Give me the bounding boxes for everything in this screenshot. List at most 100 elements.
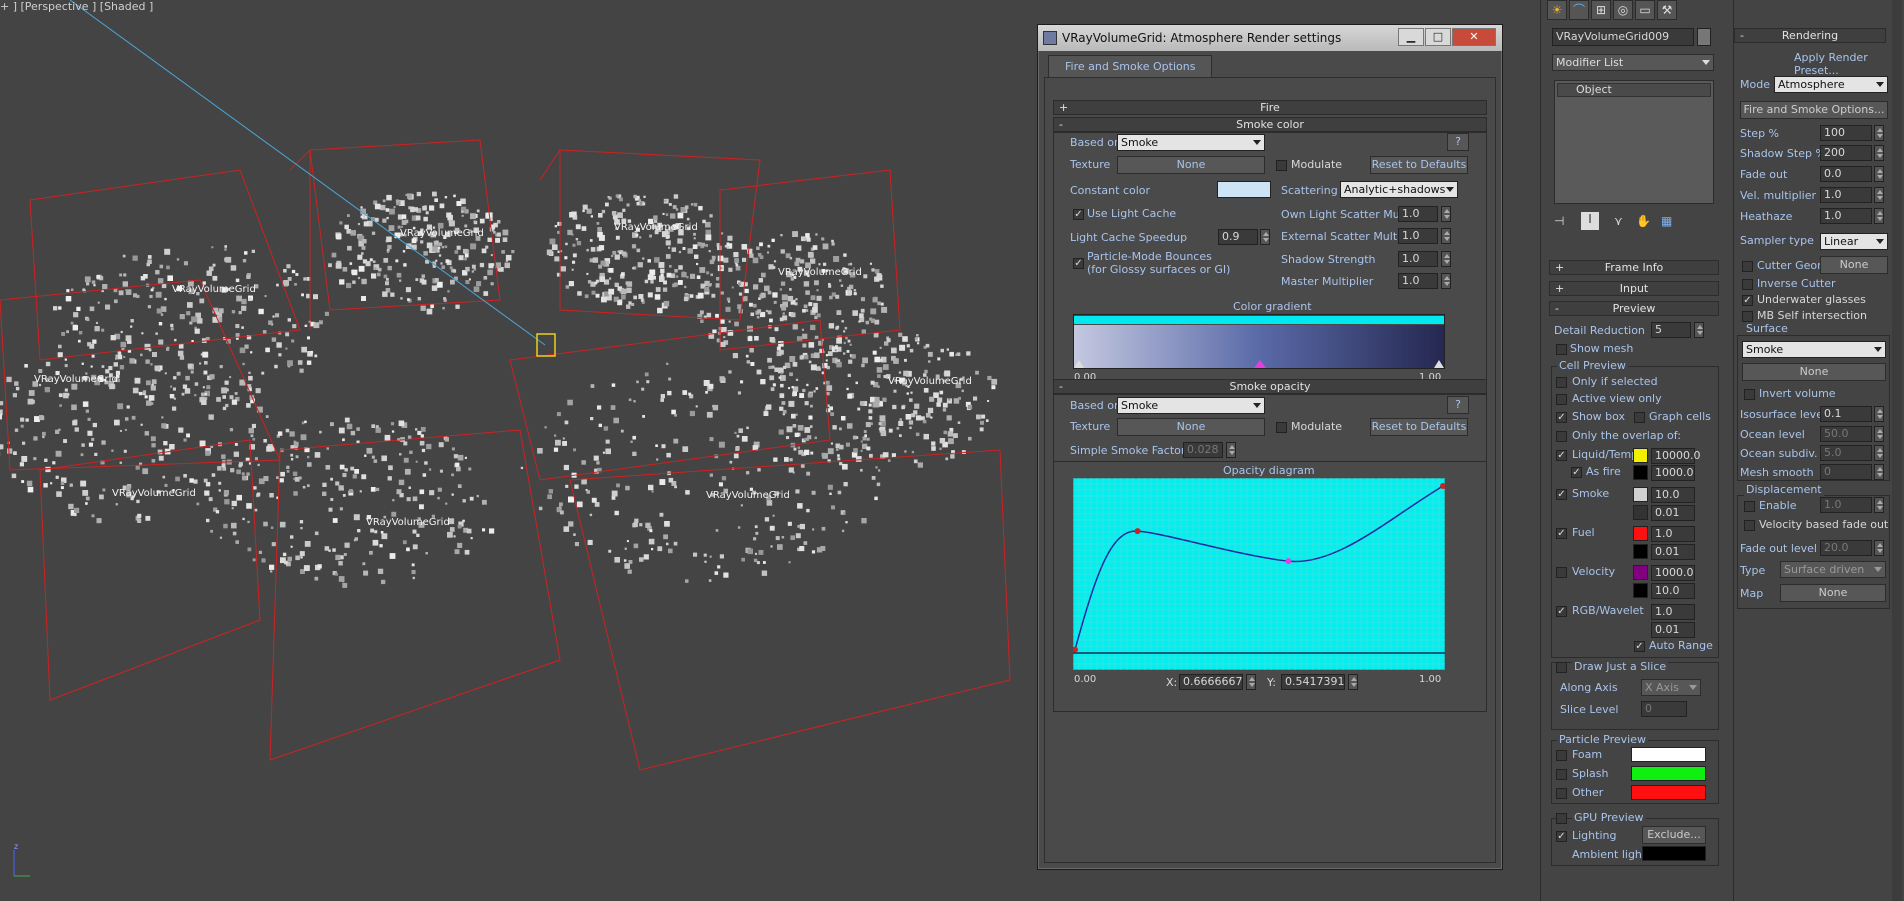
spinner-arrows[interactable] [1441,228,1451,244]
foam-checkbox[interactable] [1556,750,1567,761]
own-light-scatter-spinner[interactable]: 1.0 [1398,206,1438,222]
use-light-cache-checkbox[interactable]: ✓ [1073,209,1084,220]
show-box-checkbox[interactable]: ✓ [1556,412,1567,423]
fuel-low-swatch[interactable] [1633,544,1648,559]
gpu-preview-checkbox[interactable] [1556,813,1567,824]
object-color-swatch[interactable] [1697,28,1711,46]
point-x-spinner[interactable]: 0.6666667 [1179,674,1243,690]
heathaze-spinner[interactable]: 1.0 [1820,208,1872,224]
rgb-wavelet-checkbox[interactable]: ✓ [1556,606,1567,617]
mode-select[interactable]: Atmosphere [1774,76,1888,93]
slice-level-spinner[interactable]: 0 [1641,701,1687,717]
rollout-smoke-opacity[interactable]: - Smoke opacity [1053,379,1487,394]
bar-icon[interactable]: I [1581,212,1599,230]
velocity-channel-checkbox[interactable] [1556,567,1567,578]
fuel-channel-checkbox[interactable]: ✓ [1556,528,1567,539]
modifier-list-select[interactable]: Modifier List [1552,54,1714,71]
velocity-color-swatch[interactable] [1633,565,1648,580]
rollout-fire[interactable]: + Fire [1053,100,1487,115]
cutter-geom-checkbox[interactable] [1742,261,1753,272]
vel-multiplier-spinner[interactable]: 1.0 [1820,187,1872,203]
spinner-arrows[interactable] [1874,464,1884,480]
tab-fire-and-smoke-options[interactable]: Fire and Smoke Options [1048,55,1213,77]
hammer-icon[interactable]: ⚒ [1657,0,1677,20]
liquid-temp-low-swatch[interactable] [1633,465,1648,480]
help-button[interactable]: ? [1447,396,1469,414]
external-scatter-spinner[interactable]: 1.0 [1398,228,1438,244]
object-name-field[interactable]: VRayVolumeGrid009 [1552,28,1694,46]
spinner-arrows[interactable] [1874,208,1884,224]
other-checkbox[interactable] [1556,788,1567,799]
smoke-channel-checkbox[interactable]: ✓ [1556,489,1567,500]
spinner-arrows[interactable] [1874,145,1884,161]
liquid-temp-min-spinner[interactable]: 1000.0 [1651,465,1695,481]
modulate-checkbox[interactable] [1276,422,1287,433]
pin-icon[interactable]: ⊣ [1554,214,1564,228]
color-gradient-editor[interactable] [1073,314,1445,369]
liquid-temp-color-swatch[interactable] [1633,448,1648,463]
smoke-max-spinner[interactable]: 10.0 [1651,487,1695,503]
spinner-arrows[interactable] [1246,674,1256,690]
light-cache-speedup-spinner[interactable]: 0.9 [1218,229,1258,245]
spinner-arrows[interactable] [1874,540,1884,556]
smoke-opacity-based-on-select[interactable]: Smoke [1117,397,1265,414]
invert-volume-checkbox[interactable] [1744,389,1755,400]
reset-to-defaults-button[interactable]: Reset to Defaults [1370,156,1468,174]
shadow-step-spinner[interactable]: 200 [1820,145,1872,161]
splash-checkbox[interactable] [1556,769,1567,780]
smoke-color-swatch[interactable] [1633,487,1648,502]
fade-out-level-spinner[interactable]: 20.0 [1820,540,1872,556]
step-spinner[interactable]: 100 [1820,125,1872,141]
spinner-arrows[interactable] [1694,322,1704,338]
liquid-temp-max-spinner[interactable]: 10000.0 [1651,448,1701,464]
inverse-cutter-checkbox[interactable] [1742,279,1753,290]
master-multiplier-spinner[interactable]: 1.0 [1398,273,1438,289]
close-icon[interactable]: ✕ [1452,28,1496,46]
fade-out-spinner[interactable]: 0.0 [1820,166,1872,182]
displacement-map-button[interactable]: None [1780,584,1886,602]
particle-bounces-checkbox[interactable]: ✓ [1073,258,1084,269]
underwater-glasses-checkbox[interactable]: ✓ [1742,295,1753,306]
along-axis-select[interactable]: X Axis [1641,679,1701,696]
velocity-min-spinner[interactable]: 10.0 [1651,583,1695,599]
display-icon[interactable]: ▭ [1635,0,1655,20]
graph-cells-checkbox[interactable] [1634,412,1645,423]
spinner-arrows[interactable] [1874,497,1884,513]
rollout-frame-info[interactable]: + Frame Info [1549,260,1719,275]
spinner-arrows[interactable] [1260,229,1270,245]
smoke-opacity-texture-button[interactable]: None [1117,418,1265,436]
active-view-only-checkbox[interactable] [1556,394,1567,405]
ocean-level-spinner[interactable]: 50.0 [1820,426,1872,442]
spinner-arrows[interactable] [1348,674,1358,690]
mesh-smooth-spinner[interactable]: 0 [1820,464,1872,480]
displacement-amount-spinner[interactable]: 1.0 [1820,497,1872,513]
scene-canvas[interactable] [0,0,1036,901]
help-button[interactable]: ? [1447,133,1469,151]
minimize-icon[interactable]: ▁ [1398,28,1424,46]
point-y-spinner[interactable]: 0.5417391 [1281,674,1345,690]
fork-icon[interactable]: ⋎ [1614,214,1623,228]
spinner-arrows[interactable] [1441,251,1451,267]
atmosphere-render-settings-dialog[interactable]: VRayVolumeGrid: Atmosphere Render settin… [1037,24,1503,870]
modifier-stack[interactable]: Object [1554,80,1714,204]
velocity-max-spinner[interactable]: 1000.0 [1651,565,1695,581]
smoke-min-spinner[interactable]: 0.01 [1651,505,1695,521]
fuel-color-swatch[interactable] [1633,526,1648,541]
sampler-type-select[interactable]: Linear [1820,233,1888,250]
spinner-arrows[interactable] [1874,445,1884,461]
config-icon[interactable]: ▦ [1661,214,1672,228]
viewport-label[interactable]: + ] [Perspective ] [Shaded ] [0,0,153,13]
foam-color-swatch[interactable] [1631,747,1706,762]
rollout-preview[interactable]: - Preview [1549,301,1719,316]
show-mesh-checkbox[interactable] [1556,344,1567,355]
detail-reduction-spinner[interactable]: 5 [1651,322,1691,338]
scattering-select[interactable]: Analytic+shadows [1340,181,1458,198]
fuel-min-spinner[interactable]: 0.01 [1651,544,1695,560]
only-if-selected-checkbox[interactable] [1556,377,1567,388]
surface-channel-select[interactable]: Smoke [1742,341,1886,358]
smoke-color-based-on-select[interactable]: Smoke [1117,134,1265,151]
spinner-arrows[interactable] [1226,442,1236,458]
surface-none-button[interactable]: None [1742,363,1886,381]
opacity-diagram[interactable] [1073,478,1445,670]
gradient-marker-icon[interactable] [1074,360,1084,368]
